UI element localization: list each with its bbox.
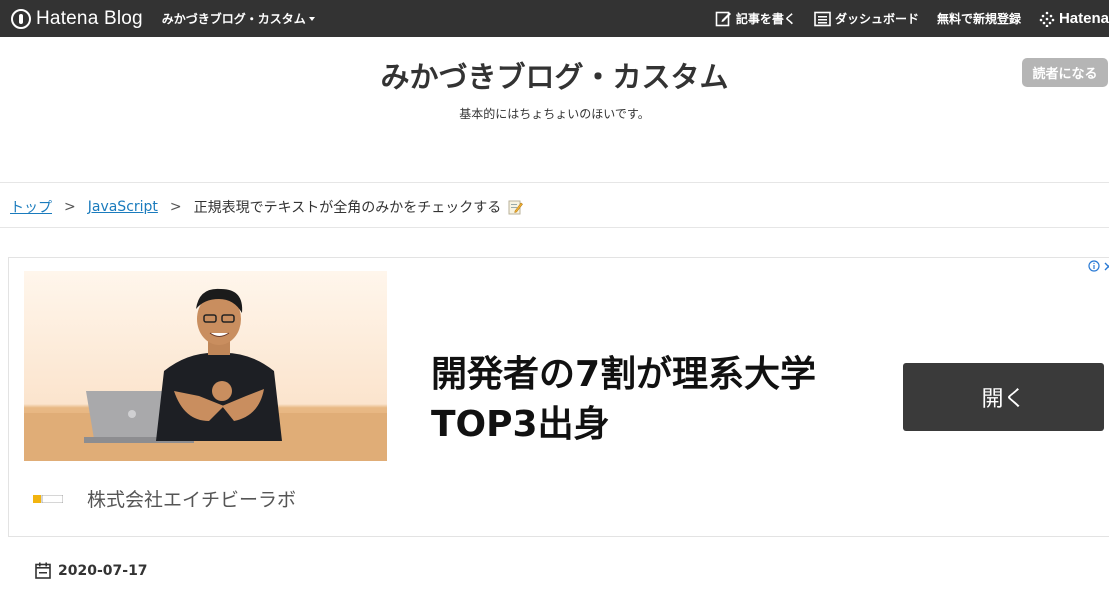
blog-title[interactable]: みかづきブログ・カスタム (0, 54, 1109, 96)
calendar-icon (35, 562, 51, 579)
info-icon (1088, 260, 1100, 272)
write-entry-label: 記事を書く (735, 12, 796, 26)
caret-down-icon (308, 16, 315, 21)
dashboard-link[interactable]: ダッシュボード (814, 10, 919, 27)
ad-headline[interactable]: 開発者の7割が理系大学 TOP3出身 (431, 350, 816, 450)
header-right-links: 記事を書く ダッシュボード 無料で新規登録 Hatena (697, 0, 1109, 37)
dashboard-label: ダッシュボード (834, 12, 919, 26)
ad-company-name[interactable]: 株式会社エイチビーラボ (87, 485, 296, 512)
breadcrumb-separator: > (64, 199, 76, 215)
breadcrumb-home-link[interactable]: トップ (10, 197, 52, 217)
ad-open-button[interactable]: 開く (903, 363, 1104, 431)
breadcrumb: トップ > JavaScript > 正規表現でテキストが全角のみかをチェックす… (10, 197, 524, 217)
ad-person-illustration (24, 288, 387, 461)
hatena-blog-logo-icon (11, 8, 31, 29)
breadcrumb-current: 正規表現でテキストが全角のみかをチェックする (193, 200, 502, 216)
signup-link[interactable]: 無料で新規登録 (937, 10, 1021, 27)
ad-headline-line1: 開発者の7割が理系大学 (431, 354, 817, 395)
ad-photo (24, 271, 387, 461)
hatena-menu[interactable]: Hatena (1039, 10, 1109, 27)
breadcrumb-separator: > (169, 199, 182, 215)
ad-headline-line2: TOP3出身 (431, 404, 610, 445)
memo-icon (508, 200, 524, 215)
pencil-edit-icon (715, 11, 731, 27)
entry-date[interactable]: 2020-07-17 (35, 562, 148, 579)
hatena-label: Hatena (1058, 10, 1109, 27)
entry-date-text: 2020-07-17 (58, 562, 148, 579)
global-header: Hatena Blog みかづきブログ・カスタム 記事を書く ダッシュボード 無… (0, 0, 1109, 37)
blog-switcher[interactable]: みかづきブログ・カスタム (162, 10, 315, 27)
subscribe-button[interactable]: 読者になる (1022, 58, 1108, 87)
hatena-blog-brand[interactable]: Hatena Blog (11, 8, 143, 30)
divider (0, 227, 1109, 228)
blog-switcher-label: みかづきブログ・カスタム (161, 12, 306, 26)
signup-label: 無料で新規登録 (936, 12, 1021, 26)
divider (0, 182, 1109, 183)
hatena-dots-icon (1039, 11, 1055, 27)
close-icon[interactable] (1103, 261, 1109, 272)
brand-text: Hatena Blog (36, 7, 143, 29)
hbl-logo-icon (33, 495, 63, 503)
ad-banner[interactable]: 開発者の7割が理系大学 TOP3出身 開く 株式会社エイチビーラボ (8, 257, 1109, 537)
dashboard-list-icon (814, 11, 831, 26)
blog-description: 基本的にはちょちょいのほいです。 (459, 107, 650, 121)
breadcrumb-category-link[interactable]: JavaScript (88, 199, 158, 215)
write-entry-link[interactable]: 記事を書く (715, 10, 796, 27)
ad-choices[interactable] (1088, 260, 1109, 272)
